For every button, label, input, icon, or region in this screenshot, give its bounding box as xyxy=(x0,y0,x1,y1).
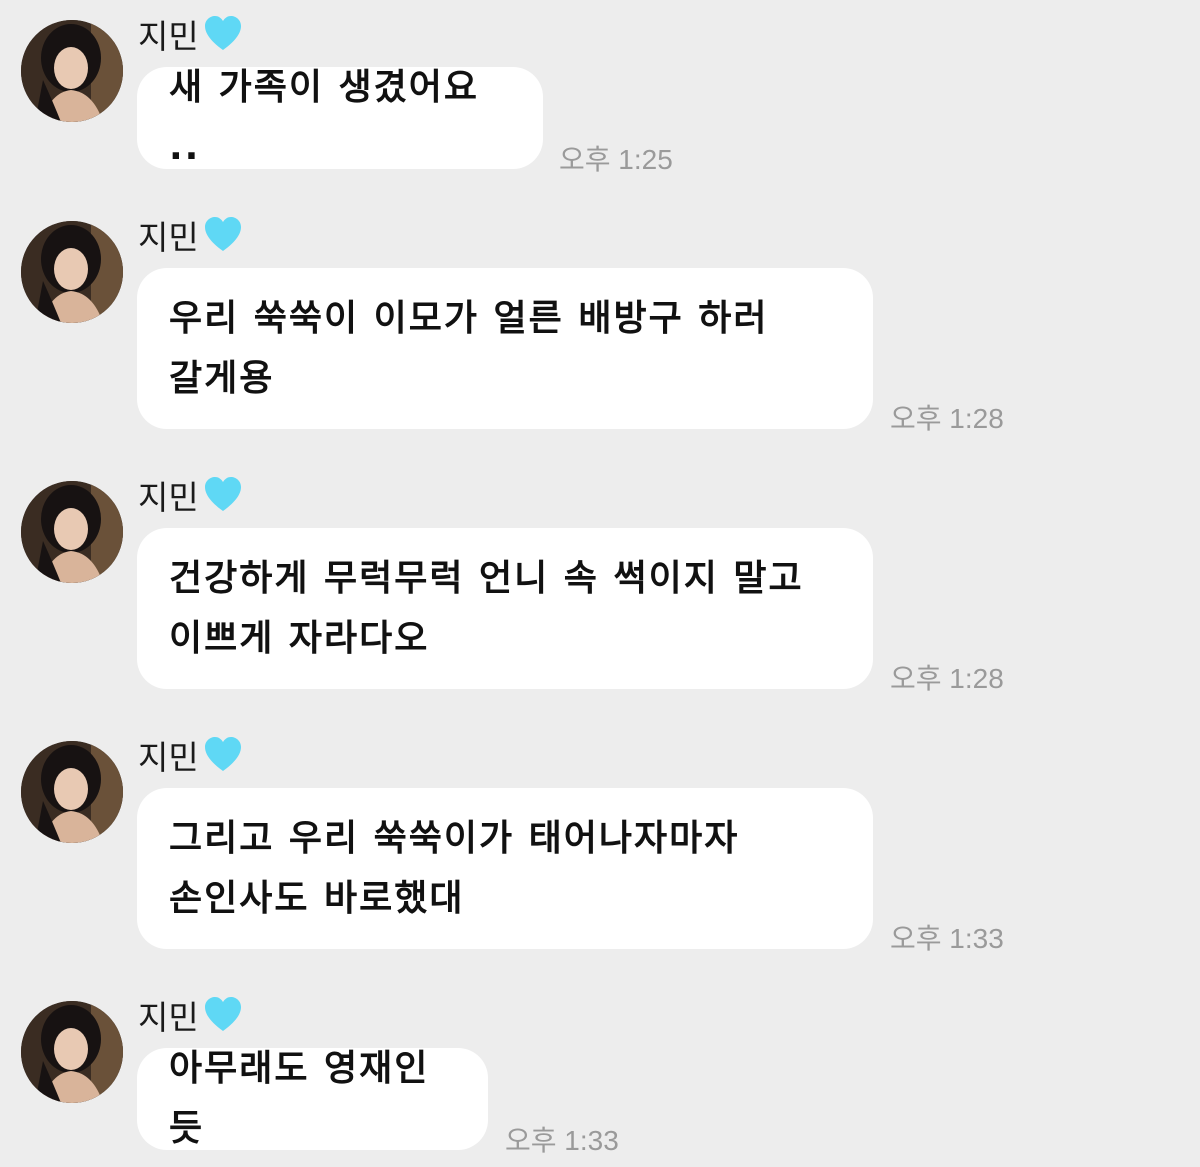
sender-name-row: 지민 xyxy=(138,733,243,777)
message-text: 건강하게 무럭무럭 언니 속 썩이지 말고 이쁘게 자라다오 xyxy=(169,557,804,659)
message-text: 아무래도 영재인듯 xyxy=(169,1048,430,1149)
message-text: 새 가족이 생겼어요 .. xyxy=(169,67,480,168)
sender-name: 지민 xyxy=(138,738,199,777)
sender-avatar[interactable] xyxy=(21,481,123,583)
sender-name: 지민 xyxy=(138,478,199,517)
message-text: 그리고 우리 쑥쑥이가 태어나자마자 손인사도 바로했대 xyxy=(169,817,740,919)
sender-avatar[interactable] xyxy=(21,221,123,323)
light-blue-heart-icon xyxy=(203,476,243,514)
sender-name-row: 지민 xyxy=(138,993,243,1037)
sender-name-row: 지민 xyxy=(138,213,243,257)
sender-avatar[interactable] xyxy=(21,741,123,843)
sender-name: 지민 xyxy=(138,17,199,56)
sender-name: 지민 xyxy=(138,998,199,1037)
light-blue-heart-icon xyxy=(203,216,243,254)
sender-name-row: 지민 xyxy=(138,12,243,56)
sender-avatar[interactable] xyxy=(21,20,123,122)
light-blue-heart-icon xyxy=(203,996,243,1034)
message-bubble[interactable]: 우리 쑥쑥이 이모가 얼른 배방구 하러 갈게용 xyxy=(137,268,873,429)
message-text: 우리 쑥쑥이 이모가 얼른 배방구 하러 갈게용 xyxy=(169,297,769,399)
message-bubble[interactable]: 그리고 우리 쑥쑥이가 태어나자마자 손인사도 바로했대 xyxy=(137,788,873,949)
message-timestamp: 오후 1:33 xyxy=(890,923,1004,954)
message-bubble[interactable]: 건강하게 무럭무럭 언니 속 썩이지 말고 이쁘게 자라다오 xyxy=(137,528,873,689)
message-timestamp: 오후 1:33 xyxy=(505,1125,619,1156)
light-blue-heart-icon xyxy=(203,736,243,774)
message-bubble[interactable]: 아무래도 영재인듯 xyxy=(137,1048,488,1150)
sender-name-row: 지민 xyxy=(138,473,243,517)
message-timestamp: 오후 1:25 xyxy=(559,144,673,175)
message-bubble[interactable]: 새 가족이 생겼어요 .. xyxy=(137,67,543,169)
sender-name: 지민 xyxy=(138,218,199,257)
message-timestamp: 오후 1:28 xyxy=(890,403,1004,434)
light-blue-heart-icon xyxy=(203,15,243,53)
message-timestamp: 오후 1:28 xyxy=(890,663,1004,694)
sender-avatar[interactable] xyxy=(21,1001,123,1103)
